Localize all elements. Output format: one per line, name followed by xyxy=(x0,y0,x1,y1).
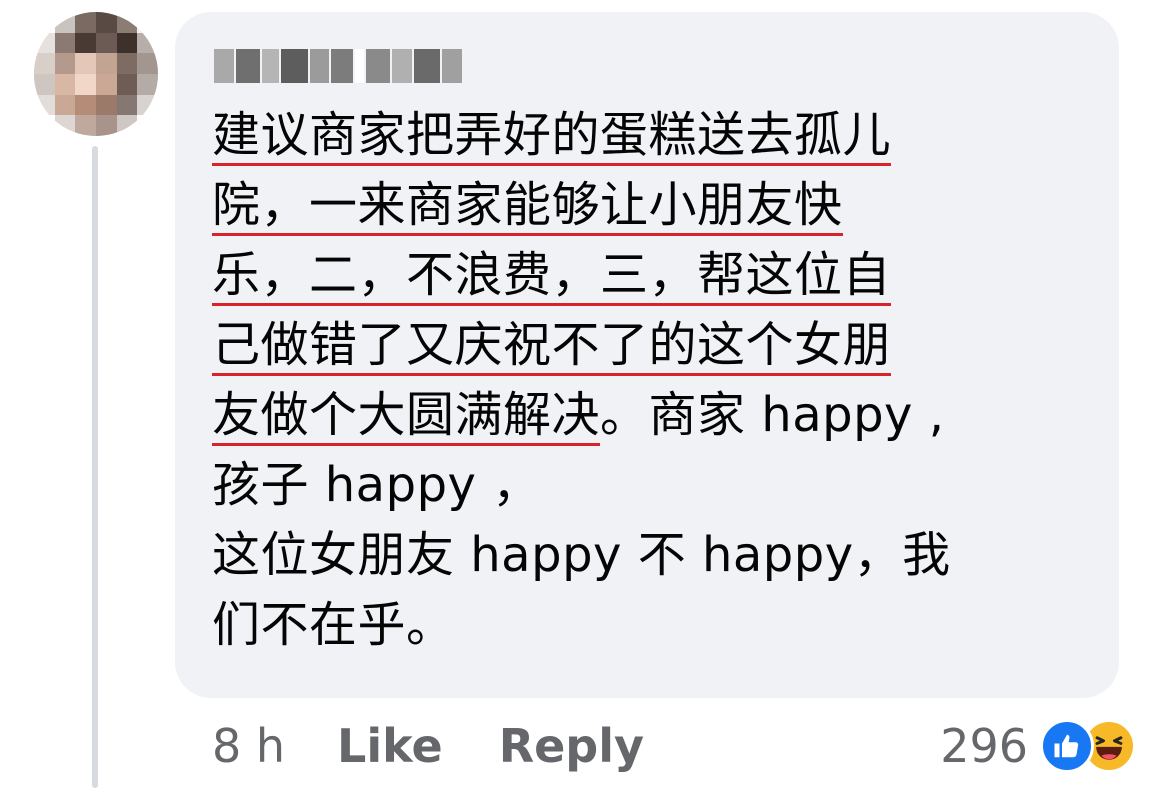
author-name-blurred[interactable] xyxy=(214,44,464,88)
comment-line: 己做错了又庆祝不了的这个女朋 xyxy=(212,310,1092,380)
plain-text: 这位女朋友 happy 不 happy，我 xyxy=(212,527,951,583)
comment-line: 这位女朋友 happy 不 happy，我 xyxy=(212,520,1092,590)
underlined-text: 乐，二，不浪费，三，帮这位自 xyxy=(212,240,892,310)
comment-text: 建议商家把弄好的蛋糕送去孤儿 院，一来商家能够让小朋友快 乐，二，不浪费，三，帮… xyxy=(212,100,1092,660)
comment-line: 们不在乎。 xyxy=(212,590,1092,660)
avatar[interactable] xyxy=(34,12,158,136)
reactions-summary[interactable]: 296 xyxy=(940,714,1136,778)
like-icon xyxy=(1040,719,1094,773)
comment-line: 友做个大圆满解决。商家 happy , xyxy=(212,380,1092,450)
reaction-count: 296 xyxy=(940,719,1028,773)
plain-text: 们不在乎。 xyxy=(212,597,455,653)
timestamp[interactable]: 8 h xyxy=(212,719,285,773)
reply-thread-line xyxy=(92,146,98,788)
comment-line: 院，一来商家能够让小朋友快 xyxy=(212,170,1092,240)
comment-line: 建议商家把弄好的蛋糕送去孤儿 xyxy=(212,100,1092,170)
reply-button[interactable]: Reply xyxy=(499,719,644,773)
plain-text: 。商家 happy , xyxy=(600,387,945,443)
avatar-pixelated-image xyxy=(34,12,158,136)
like-button[interactable]: Like xyxy=(337,719,443,773)
plain-text: 孩子 happy ， xyxy=(212,457,541,513)
underlined-text: 院，一来商家能够让小朋友快 xyxy=(212,170,843,240)
comment-actions: 8 h Like Reply xyxy=(212,714,700,778)
comment-container: 建议商家把弄好的蛋糕送去孤儿 院，一来商家能够让小朋友快 乐，二，不浪费，三，帮… xyxy=(0,0,1170,788)
underlined-text: 建议商家把弄好的蛋糕送去孤儿 xyxy=(212,100,892,170)
comment-line: 乐，二，不浪费，三，帮这位自 xyxy=(212,240,1092,310)
underlined-text: 己做错了又庆祝不了的这个女朋 xyxy=(212,310,892,380)
comment-line: 孩子 happy ， xyxy=(212,450,1092,520)
underlined-text: 友做个大圆满解决 xyxy=(212,380,601,450)
